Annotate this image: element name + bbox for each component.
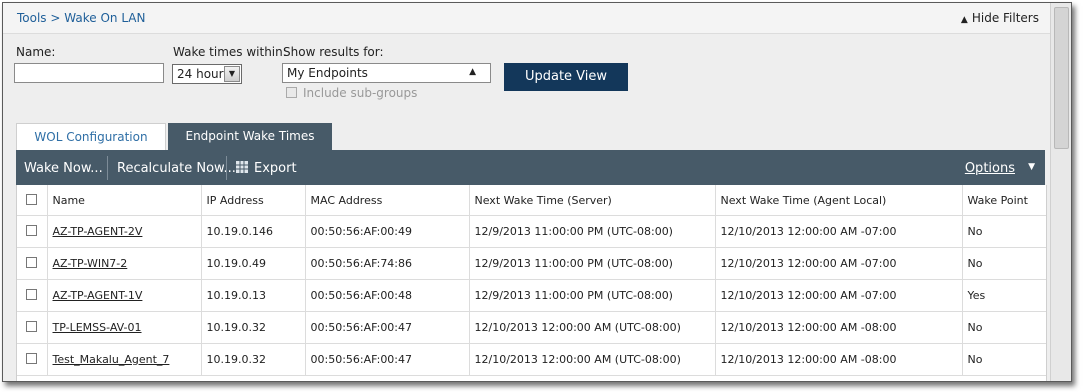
name-label: Name: [16,45,56,59]
table-row: AZ-TP-AGENT-1V 10.19.0.13 00:50:56:AF:00… [17,279,1046,312]
table-row: TP-LEMSS-AV-01 10.19.0.32 00:50:56:AF:00… [17,311,1046,344]
export-label: Export [254,161,297,176]
page-content: Tools > Wake On LAN ▲ Hide Filters Name: … [3,3,1051,381]
chevron-down-icon[interactable]: ▼ [1028,162,1035,172]
cell-ip: 10.19.0.49 [201,247,306,280]
include-subgroups-label: Include sub-groups [303,86,418,100]
cell-mac: 00:50:56:AF:00:47 [305,343,470,376]
breadcrumb-current-link[interactable]: Wake On LAN [64,11,145,25]
cell-wake-point: No [962,311,1046,344]
hide-filters-label: Hide Filters [971,11,1039,25]
table-row: Test_Makalu_Agent_7 10.19.0.32 00:50:56:… [17,343,1046,376]
table-row: AZ-TP-WIN7-2 10.19.0.49 00:50:56:AF:74:8… [17,247,1046,280]
select-all-checkbox[interactable] [26,193,38,205]
column-header-wake-server[interactable]: Next Wake Time (Server) [469,185,716,216]
cell-mac: 00:50:56:AF:00:48 [305,279,470,312]
cell-wake-point: No [962,247,1046,280]
table-header-row: Name IP Address MAC Address Next Wake Ti… [17,185,1046,216]
wake-now-button[interactable]: Wake Now... [24,161,103,176]
cell-ip: 10.19.0.32 [201,343,306,376]
cell-mac: 00:50:56:AF:00:49 [305,215,470,248]
vertical-scrollbar[interactable] [1050,3,1071,381]
cell-wake-server: 12/9/2013 11:00:00 PM (UTC-08:00) [469,247,716,280]
breadcrumb-tools-link[interactable]: Tools [17,11,47,25]
row-select-cell [17,247,48,280]
include-subgroups-option: Include sub-groups [286,86,417,100]
column-header-ip[interactable]: IP Address [201,185,306,216]
show-results-value: My Endpoints [287,66,368,80]
export-button[interactable]: Export [236,161,297,176]
name-input[interactable] [14,63,164,83]
select-all-cell [17,185,48,216]
endpoint-link[interactable]: TP-LEMSS-AV-01 [53,321,142,334]
cell-mac: 00:50:56:AF:74:86 [305,247,470,280]
cell-ip: 10.19.0.32 [201,311,306,344]
cell-wake-server: 12/10/2013 12:00:00 AM (UTC-08:00) [469,311,716,344]
triangle-up-icon: ▲ [960,15,968,25]
show-results-label: Show results for: [283,45,384,59]
cell-wake-server: 12/10/2013 12:00:00 AM (UTC-08:00) [469,343,716,376]
cell-name: AZ-TP-AGENT-2V [47,215,202,248]
row-select-cell [17,279,48,312]
wake-times-value: 24 hours [177,67,230,81]
cell-wake-server: 12/9/2013 11:00:00 PM (UTC-08:00) [469,215,716,248]
cell-mac: 00:50:56:AF:00:47 [305,311,470,344]
column-header-name[interactable]: Name [47,185,202,216]
cell-wake-agent: 12/10/2013 12:00:00 AM -07:00 [715,215,963,248]
row-checkbox[interactable] [26,225,38,236]
grid-toolbar: Wake Now... Recalculate Now... Export Op… [16,150,1045,185]
cell-name: Test_Makalu_Agent_7 [47,343,202,376]
updown-arrow-icon: ▲ [469,67,476,77]
show-results-select[interactable]: My Endpoints ▲ [282,63,491,83]
scrollbar-thumb[interactable] [1054,7,1069,149]
update-view-button[interactable]: Update View [504,63,628,91]
table-grid-icon [236,161,248,173]
hide-filters-toggle[interactable]: ▲ Hide Filters [961,11,1039,25]
toolbar-separator [107,156,108,180]
cell-wake-point: No [962,343,1046,376]
cell-wake-server: 12/9/2013 11:00:00 PM (UTC-08:00) [469,279,716,312]
cell-name: TP-LEMSS-AV-01 [47,311,202,344]
cell-wake-agent: 12/10/2013 12:00:00 AM -08:00 [715,343,963,376]
endpoint-table-container: Name IP Address MAC Address Next Wake Ti… [16,185,1047,381]
wake-times-select[interactable]: 24 hours ▼ [172,64,242,84]
cell-wake-agent: 12/10/2013 12:00:00 AM -08:00 [715,311,963,344]
row-checkbox[interactable] [26,321,38,332]
cell-wake-agent: 12/10/2013 12:00:00 AM -07:00 [715,279,963,312]
endpoint-wake-times-table: Name IP Address MAC Address Next Wake Ti… [17,185,1046,376]
cell-name: AZ-TP-AGENT-1V [47,279,202,312]
header-bar: Tools > Wake On LAN ▲ Hide Filters [3,3,1051,34]
wake-times-label: Wake times within: [173,45,287,59]
cell-wake-point: No [962,215,1046,248]
toolbar-separator [226,156,227,180]
options-menu[interactable]: Options [965,161,1015,176]
recalculate-now-button[interactable]: Recalculate Now... [117,161,236,176]
column-header-wake-agent[interactable]: Next Wake Time (Agent Local) [715,185,963,216]
endpoint-link[interactable]: Test_Makalu_Agent_7 [53,353,170,366]
cell-wake-agent: 12/10/2013 12:00:00 AM -07:00 [715,247,963,280]
row-checkbox[interactable] [26,353,38,364]
cell-wake-point: Yes [962,279,1046,312]
tab-endpoint-wake-times[interactable]: Endpoint Wake Times [168,123,332,150]
endpoint-link[interactable]: AZ-TP-AGENT-2V [53,225,143,238]
breadcrumb-separator: > [50,11,61,25]
include-subgroups-checkbox [286,87,297,98]
table-row: AZ-TP-AGENT-2V 10.19.0.146 00:50:56:AF:0… [17,215,1046,248]
row-select-cell [17,343,48,376]
endpoint-link[interactable]: AZ-TP-AGENT-1V [53,289,143,302]
tab-wol-configuration[interactable]: WOL Configuration [16,123,166,151]
dropdown-arrow-icon[interactable]: ▼ [224,66,240,82]
cell-ip: 10.19.0.146 [201,215,306,248]
endpoint-link[interactable]: AZ-TP-WIN7-2 [53,257,128,270]
row-select-cell [17,311,48,344]
cell-name: AZ-TP-WIN7-2 [47,247,202,280]
cell-ip: 10.19.0.13 [201,279,306,312]
row-checkbox[interactable] [26,289,38,300]
window-frame: Tools > Wake On LAN ▲ Hide Filters Name: … [2,2,1072,382]
row-checkbox[interactable] [26,257,38,268]
column-header-mac[interactable]: MAC Address [305,185,470,216]
row-select-cell [17,215,48,248]
column-header-wake-point[interactable]: Wake Point [962,185,1046,216]
breadcrumb: Tools > Wake On LAN [17,11,145,25]
